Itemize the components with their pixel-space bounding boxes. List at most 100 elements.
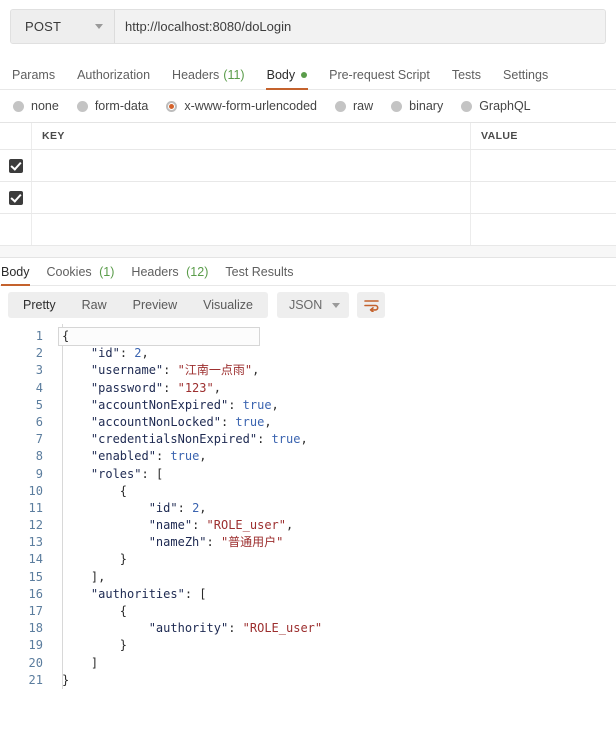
code-token: : — [163, 363, 177, 377]
radio-icon[interactable] — [335, 101, 346, 112]
radio-icon[interactable] — [13, 101, 24, 112]
code-token: "authorities" — [91, 587, 185, 601]
code-token: true — [272, 432, 301, 446]
chevron-down-icon — [95, 24, 103, 29]
code-line: 16 "authorities": [ — [0, 586, 616, 603]
view-mode-pretty[interactable]: Pretty — [10, 292, 69, 318]
code-line: 2 "id": 2, — [0, 345, 616, 362]
code-line: 15 ], — [0, 569, 616, 586]
radio-icon[interactable] — [461, 101, 472, 112]
response-tabs: Body Cookies (1) Headers (12) Test Results — [0, 258, 616, 286]
request-tab-tests[interactable]: Tests — [452, 68, 481, 89]
view-mode-preview[interactable]: Preview — [120, 292, 190, 318]
tab-label: Settings — [503, 68, 548, 82]
modified-dot-icon — [301, 72, 307, 78]
code-line: 20 ] — [0, 655, 616, 672]
indent — [62, 381, 91, 395]
body-type-raw[interactable]: raw — [335, 99, 373, 113]
row-value-input[interactable] — [471, 150, 616, 181]
line-number: 9 — [0, 466, 52, 483]
request-tab-body[interactable]: Body — [267, 68, 308, 89]
body-type-label: GraphQL — [479, 99, 530, 113]
response-tab-cookies[interactable]: Cookies (1) — [47, 265, 115, 285]
code-token: : — [221, 415, 235, 429]
tab-count: (1) — [96, 265, 115, 279]
tab-label: Pre-request Script — [329, 68, 430, 82]
code-line-text: "enabled": true, — [52, 448, 616, 465]
request-tab-authorization[interactable]: Authorization — [77, 68, 150, 89]
view-mode-raw[interactable]: Raw — [69, 292, 120, 318]
code-token: : — [228, 398, 242, 412]
code-token: : — [185, 587, 199, 601]
code-token: : — [192, 518, 206, 532]
code-token: : — [163, 381, 177, 395]
new-key-input[interactable] — [32, 214, 471, 245]
line-number: 12 — [0, 517, 52, 534]
response-tab-headers[interactable]: Headers (12) — [131, 265, 208, 285]
row-checkbox[interactable] — [9, 159, 23, 173]
code-line: 19 } — [0, 637, 616, 654]
code-line: 4 "password": "123", — [0, 380, 616, 397]
code-line-text: } — [52, 637, 616, 654]
postman-window: POST http://localhost:8080/doLogin Param… — [0, 0, 616, 736]
new-value-input[interactable] — [471, 214, 616, 245]
tab-label: Headers — [172, 68, 219, 82]
indent — [62, 484, 120, 498]
body-type-form-data[interactable]: form-data — [77, 99, 149, 113]
indent — [62, 621, 149, 635]
code-token: , — [98, 570, 105, 584]
line-number: 6 — [0, 414, 52, 431]
body-type-label: x-www-form-urlencoded — [184, 99, 317, 113]
body-type-options: none form-data x-www-form-urlencoded raw bin… — [0, 90, 616, 122]
row-key-input[interactable] — [32, 182, 471, 213]
line-number: 16 — [0, 586, 52, 603]
radio-icon[interactable] — [77, 101, 88, 112]
body-type-binary[interactable]: binary — [391, 99, 443, 113]
tab-label: Params — [12, 68, 55, 82]
line-number: 19 — [0, 637, 52, 654]
code-line: 21} — [0, 672, 616, 689]
format-dropdown[interactable]: JSON — [277, 292, 349, 318]
code-token: { — [120, 604, 127, 618]
code-line: 10 { — [0, 483, 616, 500]
response-tab-test-results[interactable]: Test Results — [225, 265, 293, 285]
response-tab-body[interactable]: Body — [1, 265, 30, 285]
view-mode-segment: PrettyRawPreviewVisualize — [8, 292, 268, 318]
code-line-text: "authority": "ROLE_user" — [52, 620, 616, 637]
response-body-viewer[interactable]: 1{2 "id": 2,3 "username": "江南一点雨",4 "pas… — [0, 324, 616, 689]
code-token: , — [286, 518, 293, 532]
row-value-input[interactable] — [471, 182, 616, 213]
radio-icon[interactable] — [391, 101, 402, 112]
request-tab-pre-request-script[interactable]: Pre-request Script — [329, 68, 430, 89]
url-text: http://localhost:8080/doLogin — [125, 19, 291, 34]
code-line: 3 "username": "江南一点雨", — [0, 362, 616, 379]
row-checkbox[interactable] — [9, 191, 23, 205]
code-token: "username" — [91, 363, 163, 377]
code-token: , — [199, 449, 206, 463]
urlencoded-params-table: KEY VALUE — [0, 122, 616, 246]
code-line: 11 "id": 2, — [0, 500, 616, 517]
request-tab-headers[interactable]: Headers(11) — [172, 68, 245, 89]
request-tab-settings[interactable]: Settings — [503, 68, 548, 89]
request-tab-params[interactable]: Params — [12, 68, 55, 89]
code-token: "nameZh" — [149, 535, 207, 549]
http-method-label: POST — [25, 19, 61, 34]
tab-label: Authorization — [77, 68, 150, 82]
code-line-text: } — [52, 551, 616, 568]
pane-splitter[interactable] — [0, 246, 616, 258]
line-number: 10 — [0, 483, 52, 500]
body-type-graphql[interactable]: GraphQL — [461, 99, 530, 113]
indent — [62, 432, 91, 446]
code-line-text: "credentialsNonExpired": true, — [52, 431, 616, 448]
body-type-none[interactable]: none — [13, 99, 59, 113]
row-key-input[interactable] — [32, 150, 471, 181]
http-method-dropdown[interactable]: POST — [11, 10, 115, 43]
indent — [62, 587, 91, 601]
line-number: 4 — [0, 380, 52, 397]
wrap-lines-button[interactable] — [357, 292, 385, 318]
view-mode-visualize[interactable]: Visualize — [190, 292, 266, 318]
radio-icon[interactable] — [166, 101, 177, 112]
code-token: : — [178, 501, 192, 515]
url-input[interactable]: http://localhost:8080/doLogin — [115, 10, 605, 43]
body-type-x-www-form-urlencoded[interactable]: x-www-form-urlencoded — [166, 99, 317, 113]
